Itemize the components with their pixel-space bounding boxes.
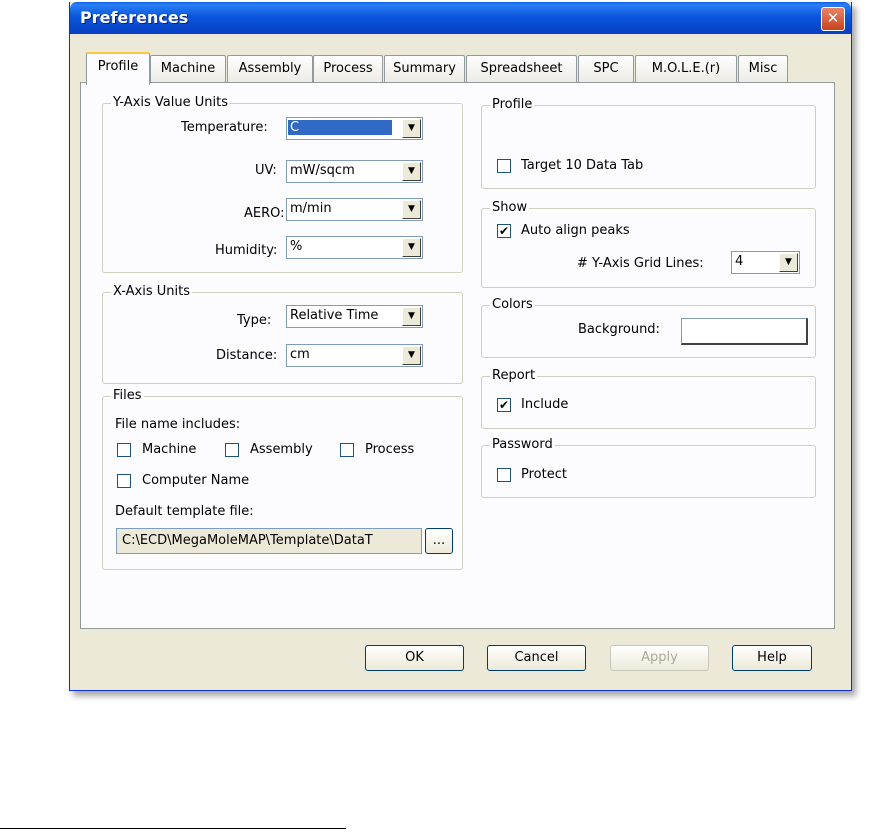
distance-value: cm: [290, 347, 310, 362]
chevron-down-icon[interactable]: ▼: [402, 119, 421, 138]
auto-align-checkbox[interactable]: ✔: [497, 224, 511, 238]
file-name-includes-label: File name includes:: [115, 417, 241, 432]
tab-misc[interactable]: Misc: [738, 55, 788, 82]
tab-spc[interactable]: SPC: [578, 55, 634, 82]
tab-process[interactable]: Process: [313, 55, 383, 82]
aero-label: AERO:: [244, 206, 285, 221]
colors-legend: Colors: [490, 297, 535, 312]
files-legend: Files: [111, 388, 144, 403]
grid-lines-select[interactable]: 4 ▼: [731, 251, 800, 274]
temperature-value: C: [288, 120, 392, 135]
footnote-rule: [0, 828, 346, 829]
template-path-field[interactable]: C:\ECD\MegaMoleMAP\Template\DataT: [116, 528, 422, 554]
show-group: Show: [481, 200, 816, 288]
protect-checkbox[interactable]: [497, 468, 511, 482]
type-value: Relative Time: [290, 308, 379, 323]
uv-value: mW/sqcm: [290, 163, 355, 178]
title-bar[interactable]: Preferences ✕: [70, 2, 851, 34]
assembly-checkbox[interactable]: [225, 443, 239, 457]
process-checkbox[interactable]: [340, 443, 354, 457]
profile-legend: Profile: [490, 97, 535, 112]
temperature-label: Temperature:: [181, 120, 268, 135]
process-checkbox-label: Process: [365, 442, 415, 457]
assembly-checkbox-label: Assembly: [250, 442, 313, 457]
tab-spreadsheet[interactable]: Spreadsheet: [466, 55, 577, 82]
distance-label: Distance:: [216, 348, 278, 363]
type-label: Type:: [237, 313, 272, 328]
ok-button[interactable]: OK: [365, 645, 464, 671]
chevron-down-icon[interactable]: ▼: [779, 253, 798, 272]
cancel-button[interactable]: Cancel: [487, 645, 586, 671]
tab-mole[interactable]: M.O.L.E.(r): [635, 55, 737, 82]
include-checkbox[interactable]: ✔: [497, 398, 511, 412]
x-axis-units-legend: X-Axis Units: [111, 284, 193, 299]
protect-label: Protect: [521, 467, 567, 482]
chevron-down-icon[interactable]: ▼: [402, 238, 421, 257]
browse-button[interactable]: ...: [425, 528, 453, 554]
aero-select[interactable]: m/min ▼: [286, 198, 423, 221]
chevron-down-icon[interactable]: ▼: [402, 200, 421, 219]
machine-checkbox-label: Machine: [142, 442, 197, 457]
report-legend: Report: [490, 368, 538, 383]
default-template-label: Default template file:: [115, 504, 254, 519]
show-legend: Show: [490, 200, 530, 215]
humidity-value: %: [290, 239, 303, 254]
machine-checkbox[interactable]: [117, 443, 131, 457]
grid-lines-value: 4: [735, 254, 744, 269]
close-icon[interactable]: ✕: [821, 7, 845, 31]
include-label: Include: [521, 397, 569, 412]
grid-lines-label: # Y-Axis Grid Lines:: [577, 256, 704, 271]
chevron-down-icon[interactable]: ▼: [402, 346, 421, 365]
humidity-label: Humidity:: [215, 243, 278, 258]
humidity-select[interactable]: % ▼: [286, 236, 423, 259]
chevron-down-icon[interactable]: ▼: [402, 307, 421, 326]
background-label: Background:: [578, 322, 660, 337]
chevron-down-icon[interactable]: ▼: [402, 162, 421, 181]
y-axis-units-legend: Y-Axis Value Units: [111, 95, 230, 110]
apply-button[interactable]: Apply: [610, 645, 709, 671]
target-data-tab-label: Target 10 Data Tab: [521, 158, 644, 173]
distance-select[interactable]: cm ▼: [286, 344, 423, 367]
uv-label: UV:: [255, 163, 277, 178]
tab-profile[interactable]: Profile: [86, 52, 150, 85]
tab-machine[interactable]: Machine: [150, 55, 226, 82]
uv-select[interactable]: mW/sqcm ▼: [286, 160, 423, 183]
type-select[interactable]: Relative Time ▼: [286, 305, 423, 328]
computer-name-checkbox[interactable]: [117, 474, 131, 488]
help-button[interactable]: Help: [732, 645, 812, 671]
target-data-tab-checkbox[interactable]: [497, 159, 511, 173]
dialog-title: Preferences: [80, 8, 189, 27]
tab-assembly[interactable]: Assembly: [227, 55, 313, 82]
profile-group: Profile: [481, 97, 816, 189]
auto-align-label: Auto align peaks: [521, 223, 630, 238]
password-legend: Password: [490, 437, 555, 452]
tab-summary[interactable]: Summary: [384, 55, 465, 82]
template-path-value: C:\ECD\MegaMoleMAP\Template\DataT: [122, 533, 373, 548]
aero-value: m/min: [290, 201, 332, 216]
computer-name-checkbox-label: Computer Name: [142, 473, 250, 488]
background-color-swatch[interactable]: [681, 318, 808, 345]
temperature-select[interactable]: C ▼: [286, 117, 423, 140]
